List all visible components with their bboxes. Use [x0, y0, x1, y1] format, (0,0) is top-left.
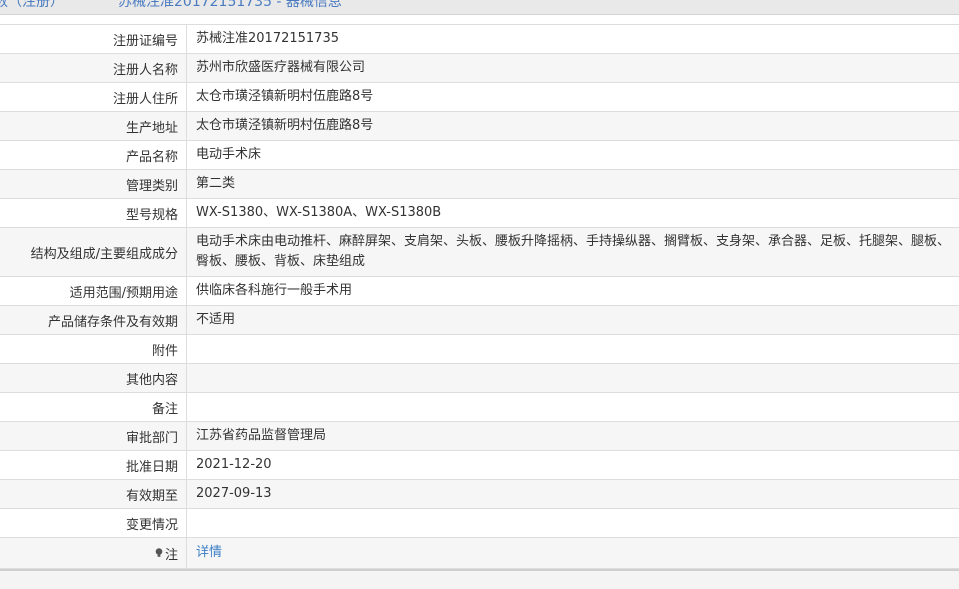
table-row-management-class: 管理类别 第二类	[0, 170, 959, 199]
details-link[interactable]: 详情	[196, 543, 222, 563]
row-value: 苏械注准20172151735	[196, 31, 339, 46]
tab-device-info[interactable]: 苏械注准20172151735 - 器械信息	[118, 0, 342, 11]
row-label: 结构及组成/主要组成成分	[0, 228, 187, 276]
row-label: 其他内容	[0, 364, 187, 392]
row-label: 注册人名称	[0, 54, 187, 82]
table-row-intended-use: 适用范围/预期用途 供临床各科施行一般手术用	[0, 277, 959, 306]
bulb-icon	[155, 548, 163, 557]
table-row-model-spec: 型号规格 WX-S1380、WX-S1380A、WX-S1380B	[0, 199, 959, 228]
table-row-registrant-address: 注册人住所 太仓市璜泾镇新明村伍鹿路8号	[0, 83, 959, 112]
tab-registration[interactable]: 数（注册）	[0, 0, 64, 11]
row-label: 产品名称	[0, 141, 187, 169]
row-value	[187, 335, 959, 363]
page-footer-area	[0, 571, 959, 589]
table-row-approval-date: 批准日期 2021-12-20	[0, 451, 959, 480]
row-label: 注册人住所	[0, 83, 187, 111]
table-row-note: 注 详情	[0, 538, 959, 569]
row-value: 电动手术床	[196, 147, 262, 162]
row-value: 不适用	[196, 312, 236, 327]
row-value: 太仓市璜泾镇新明村伍鹿路8号	[196, 89, 374, 104]
table-row-storage: 产品储存条件及有效期 不适用	[0, 306, 959, 335]
row-label: 型号规格	[0, 199, 187, 227]
row-value: 2027-09-13	[196, 486, 272, 501]
row-label: 附件	[0, 335, 187, 363]
row-value: WX-S1380、WX-S1380A、WX-S1380B	[196, 205, 442, 220]
table-row-attachment: 附件	[0, 335, 959, 364]
row-label: 变更情况	[0, 509, 187, 537]
row-value	[187, 393, 959, 421]
table-row-valid-until: 有效期至 2027-09-13	[0, 480, 959, 509]
table-row-registration-no: 注册证编号 苏械注准20172151735	[0, 25, 959, 54]
row-label: 注册证编号	[0, 25, 187, 53]
table-row-structure: 结构及组成/主要组成成分 电动手术床由电动推杆、麻醉屏架、支肩架、头板、腰板升降…	[0, 228, 959, 277]
row-value: 第二类	[196, 176, 236, 191]
row-value: 2021-12-20	[196, 457, 272, 472]
table-row-product-name: 产品名称 电动手术床	[0, 141, 959, 170]
row-value	[187, 364, 959, 392]
table-row-change: 变更情况	[0, 509, 959, 538]
row-value: 苏州市欣盛医疗器械有限公司	[196, 60, 366, 75]
row-label: 生产地址	[0, 112, 187, 140]
row-label: 有效期至	[0, 480, 187, 508]
row-label: 备注	[0, 393, 187, 421]
row-value: 江苏省药品监督管理局	[196, 428, 327, 443]
row-label: 审批部门	[0, 422, 187, 450]
row-label: 产品储存条件及有效期	[0, 306, 187, 334]
row-value: 太仓市璜泾镇新明村伍鹿路8号	[196, 118, 374, 133]
row-label: 批准日期	[0, 451, 187, 479]
table-row-other: 其他内容	[0, 364, 959, 393]
detail-table: 注册证编号 苏械注准20172151735 注册人名称 苏州市欣盛医疗器械有限公…	[0, 24, 959, 569]
row-value: 供临床各科施行一般手术用	[196, 283, 353, 298]
table-row-registrant-name: 注册人名称 苏州市欣盛医疗器械有限公司	[0, 54, 959, 83]
row-label: 适用范围/预期用途	[0, 277, 187, 305]
row-value-note: 详情	[187, 538, 959, 568]
header-tabs: 数（注册） 苏械注准20172151735 - 器械信息	[0, 0, 959, 15]
table-row-remark: 备注	[0, 393, 959, 422]
row-value: 电动手术床由电动推杆、麻醉屏架、支肩架、头板、腰板升降摇柄、手持操纵器、搁臂板、…	[196, 234, 951, 269]
row-value	[187, 509, 959, 537]
row-label-note: 注	[0, 538, 187, 568]
row-label: 管理类别	[0, 170, 187, 198]
table-row-approval-dept: 审批部门 江苏省药品监督管理局	[0, 422, 959, 451]
table-row-production-address: 生产地址 太仓市璜泾镇新明村伍鹿路8号	[0, 112, 959, 141]
note-label: 注	[164, 547, 178, 563]
